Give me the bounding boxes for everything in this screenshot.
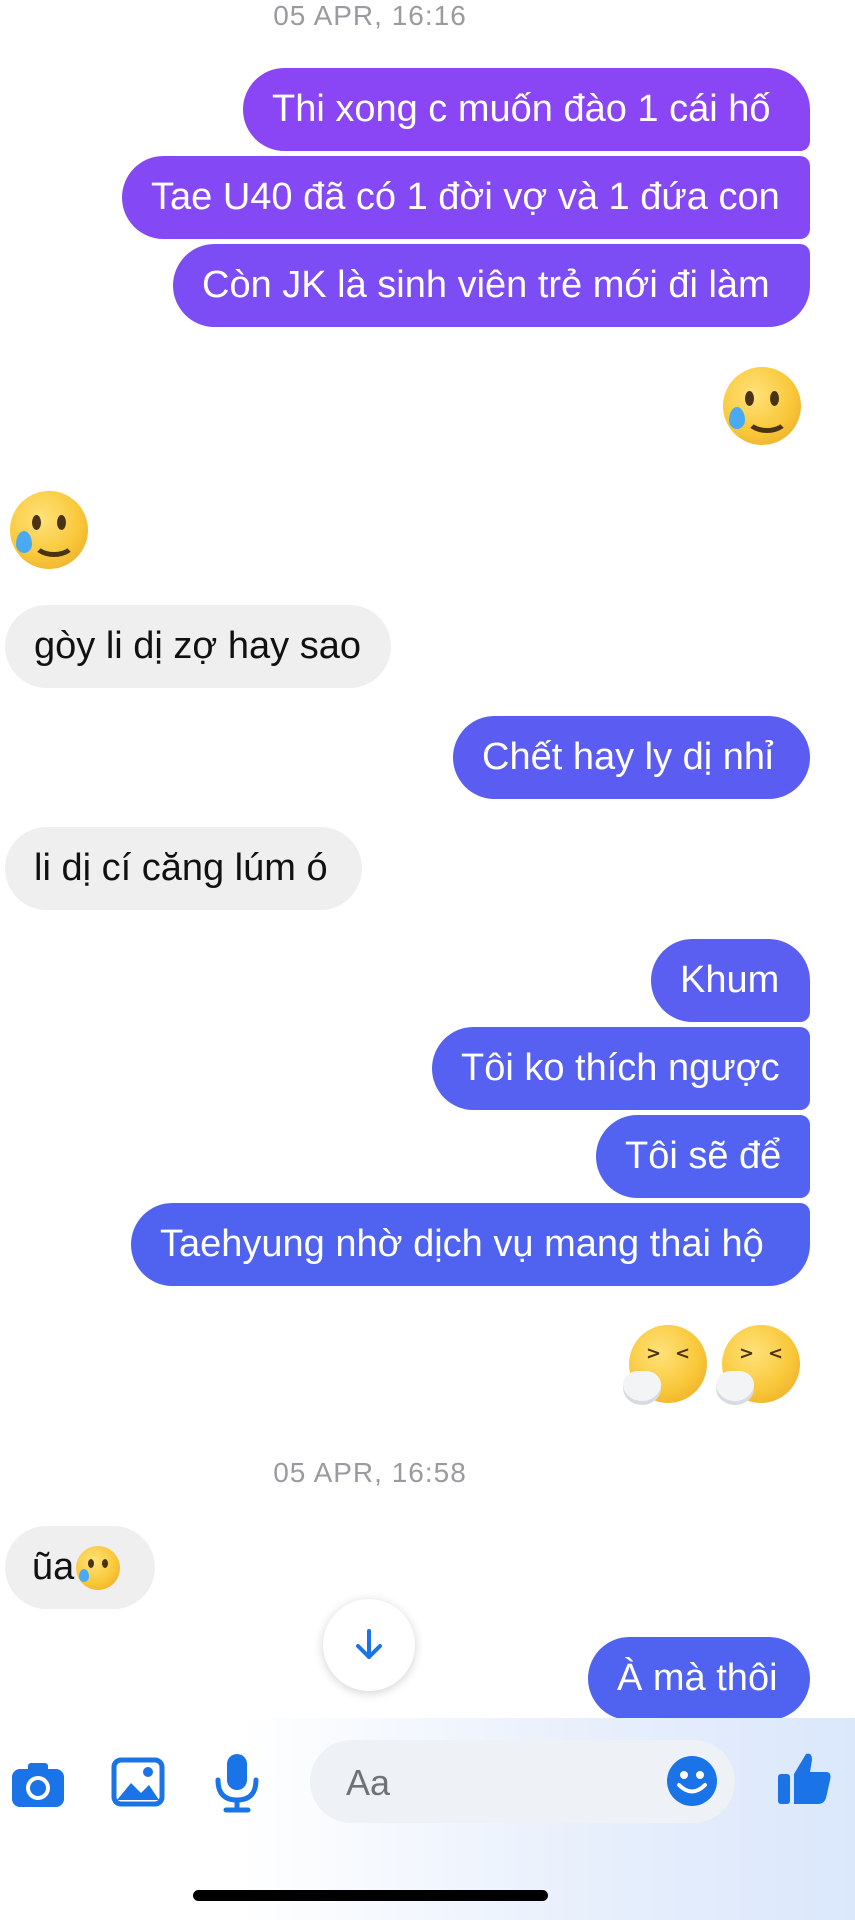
thumbs-up-icon bbox=[778, 1753, 831, 1804]
sent-message[interactable]: Taehyung nhờ dịch vụ mang thai hộ bbox=[131, 1203, 810, 1286]
gallery-button[interactable] bbox=[111, 1755, 165, 1809]
sent-message[interactable]: Thi xong c muốn đào 1 cái hố bbox=[243, 68, 810, 151]
sent-message[interactable]: Còn JK là sinh viên trẻ mới đi làm bbox=[173, 244, 810, 327]
home-indicator bbox=[193, 1890, 548, 1901]
arrow-down-icon bbox=[356, 1629, 382, 1659]
received-message-text: ũa bbox=[32, 1546, 75, 1588]
image-icon bbox=[111, 1757, 165, 1807]
sent-message[interactable]: Chết hay ly dị nhỉ bbox=[453, 716, 810, 799]
sent-message[interactable]: Khum bbox=[651, 939, 810, 1022]
like-button[interactable] bbox=[776, 1750, 832, 1808]
sent-message[interactable]: À mà thôi bbox=[588, 1637, 810, 1720]
timestamp: 05 APR, 16:58 bbox=[273, 1457, 467, 1488]
camera-icon bbox=[12, 1763, 64, 1807]
sneezing-face-icon[interactable]: > < bbox=[623, 1325, 707, 1405]
sent-message[interactable]: Tôi sẽ để bbox=[596, 1115, 810, 1198]
camera-button[interactable] bbox=[10, 1755, 66, 1811]
smiling-face-with-tear-icon[interactable] bbox=[10, 491, 88, 569]
received-message[interactable]: gòy li dị zợ hay sao bbox=[5, 605, 391, 688]
message-input-container[interactable] bbox=[310, 1740, 735, 1825]
message-input[interactable] bbox=[344, 1740, 648, 1825]
emoji-icon bbox=[667, 1756, 717, 1806]
sneezing-face-icon[interactable]: > < bbox=[716, 1325, 800, 1405]
smiling-face-with-tear-icon bbox=[76, 1545, 121, 1590]
received-message[interactable]: ũa bbox=[5, 1526, 155, 1609]
received-message[interactable]: li dị cí căng lúm ó bbox=[5, 827, 362, 910]
timestamp: 05 APR, 16:16 bbox=[273, 0, 467, 31]
smiling-face-with-tear-icon[interactable] bbox=[723, 367, 801, 445]
sent-message[interactable]: Tae U40 đã có 1 đời vợ và 1 đứa con bbox=[122, 156, 810, 239]
microphone-button[interactable] bbox=[212, 1752, 262, 1814]
sent-message[interactable]: Tôi ko thích ngược bbox=[432, 1027, 810, 1110]
microphone-icon bbox=[215, 1754, 259, 1813]
scroll-to-bottom-button[interactable] bbox=[323, 1599, 415, 1691]
emoji-button[interactable] bbox=[665, 1754, 719, 1808]
